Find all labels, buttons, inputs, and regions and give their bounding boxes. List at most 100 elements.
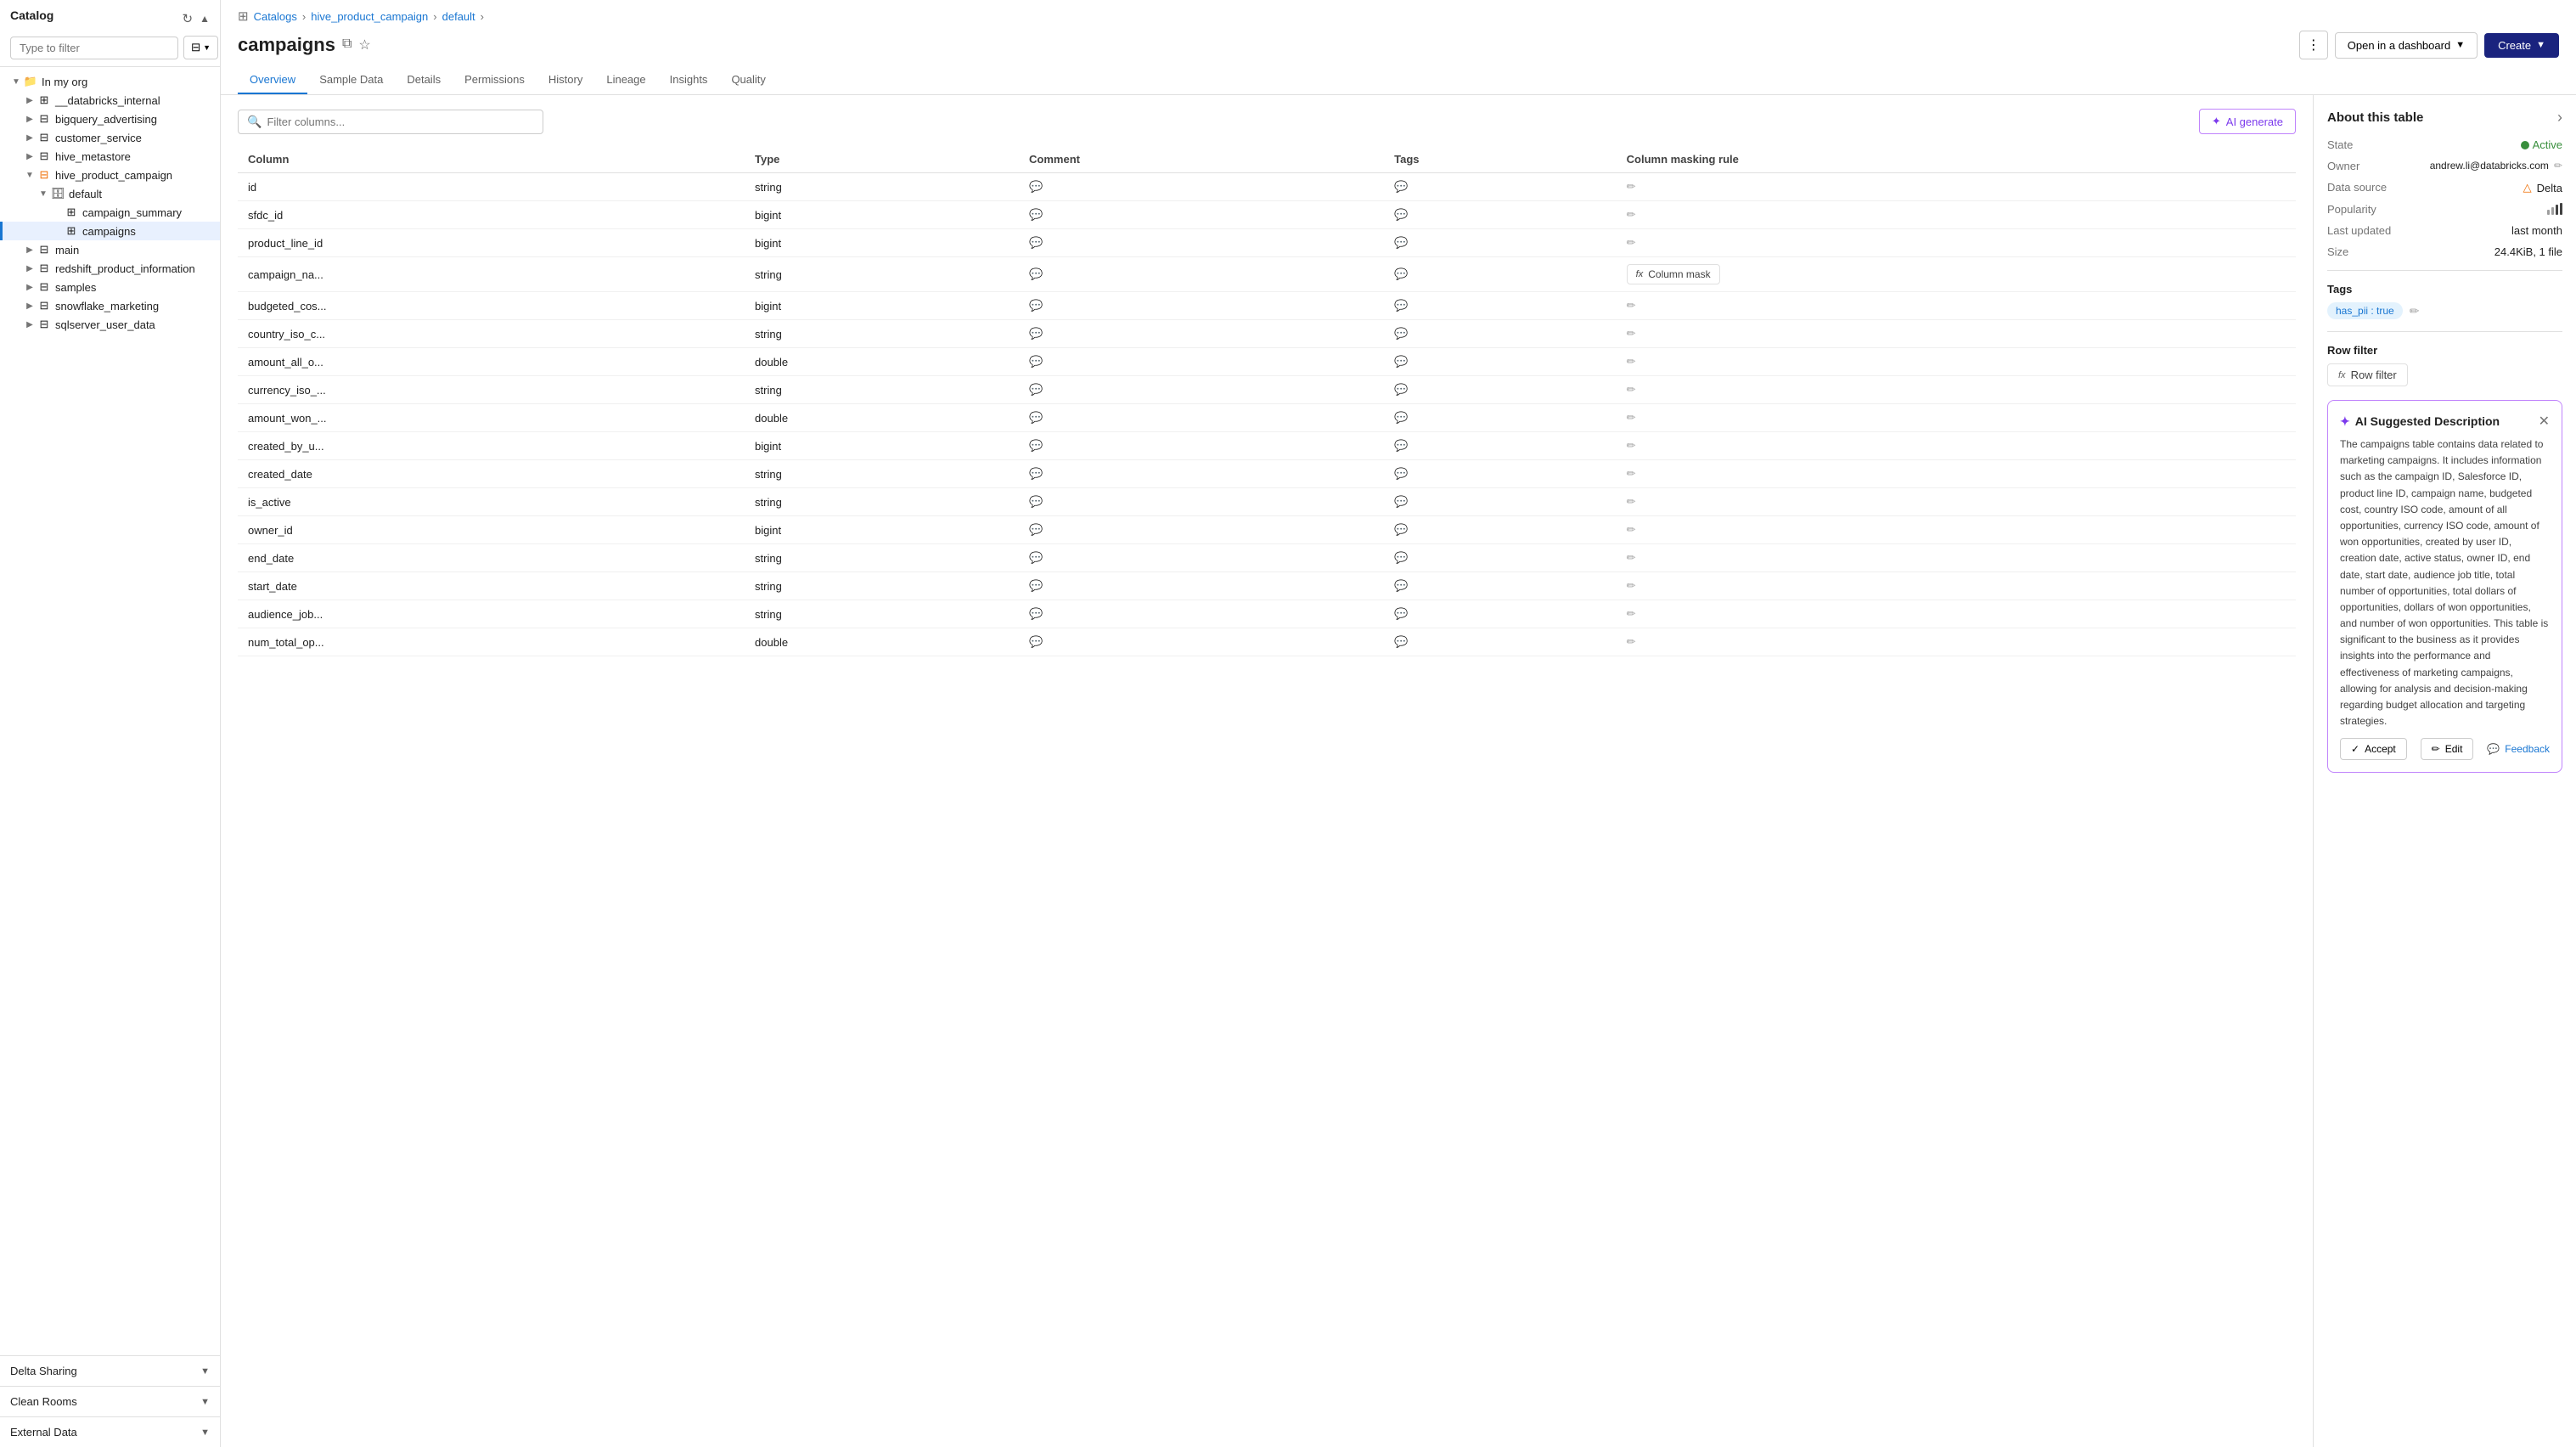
refresh-icon[interactable]: ↻ xyxy=(183,11,194,26)
tab-permissions[interactable]: Permissions xyxy=(453,66,537,94)
col-tags[interactable]: 💬 xyxy=(1384,460,1617,488)
col-comment[interactable]: 💬 xyxy=(1019,257,1384,292)
col-mask[interactable]: ✏ xyxy=(1617,229,2296,257)
tab-history[interactable]: History xyxy=(537,66,594,94)
col-mask[interactable]: ✏ xyxy=(1617,628,2296,656)
col-comment[interactable]: 💬 xyxy=(1019,229,1384,257)
col-tags[interactable]: 💬 xyxy=(1384,544,1617,572)
tab-lineage[interactable]: Lineage xyxy=(594,66,657,94)
col-mask[interactable]: ✏ xyxy=(1617,600,2296,628)
breadcrumb-hive[interactable]: hive_product_campaign xyxy=(311,10,428,23)
col-tags[interactable]: 💬 xyxy=(1384,173,1617,201)
tab-sample-data[interactable]: Sample Data xyxy=(307,66,395,94)
col-comment[interactable]: 💬 xyxy=(1019,320,1384,348)
col-tags[interactable]: 💬 xyxy=(1384,600,1617,628)
tab-quality[interactable]: Quality xyxy=(719,66,777,94)
external-data-section[interactable]: External Data ▼ xyxy=(0,1416,220,1447)
ai-feedback-button[interactable]: 💬 Feedback xyxy=(2487,743,2550,755)
col-comment[interactable]: 💬 xyxy=(1019,516,1384,544)
breadcrumb-default[interactable]: default xyxy=(442,10,475,23)
edit-owner-icon[interactable]: ✏ xyxy=(2554,160,2562,172)
col-tags[interactable]: 💬 xyxy=(1384,516,1617,544)
col-tags[interactable]: 💬 xyxy=(1384,229,1617,257)
sidebar-item-default[interactable]: ▼ 🗄 default xyxy=(0,184,220,203)
col-mask[interactable]: ✏ xyxy=(1617,173,2296,201)
sidebar-item-samples[interactable]: ▶ ⊟ samples xyxy=(0,278,220,296)
sidebar-item-campaigns[interactable]: ⊞ campaigns xyxy=(0,222,220,240)
col-mask[interactable]: ✏ xyxy=(1617,201,2296,229)
col-comment[interactable]: 💬 xyxy=(1019,348,1384,376)
col-comment[interactable]: 💬 xyxy=(1019,376,1384,404)
sidebar-item-customer_service[interactable]: ▶ ⊟ customer_service xyxy=(0,128,220,147)
create-button[interactable]: Create ▼ xyxy=(2484,33,2559,58)
filter-input[interactable] xyxy=(267,115,534,128)
col-comment[interactable]: 💬 xyxy=(1019,628,1384,656)
sidebar-item-hive_metastore[interactable]: ▶ ⊟ hive_metastore xyxy=(0,147,220,166)
col-tags[interactable]: 💬 xyxy=(1384,628,1617,656)
col-tags[interactable]: 💬 xyxy=(1384,404,1617,432)
col-tags[interactable]: 💬 xyxy=(1384,572,1617,600)
dropdown-chevron-icon[interactable]: ▼ xyxy=(2455,40,2465,50)
col-mask[interactable]: ✏ xyxy=(1617,572,2296,600)
col-mask[interactable]: ✏ xyxy=(1617,544,2296,572)
col-tags[interactable]: 💬 xyxy=(1384,432,1617,460)
sidebar-item-redshift[interactable]: ▶ ⊟ redshift_product_information xyxy=(0,259,220,278)
sidebar-item-snowflake[interactable]: ▶ ⊟ snowflake_marketing xyxy=(0,296,220,315)
col-comment[interactable]: 💬 xyxy=(1019,544,1384,572)
col-mask[interactable]: ✏ xyxy=(1617,292,2296,320)
filter-button[interactable]: ⊟ ▼ xyxy=(183,36,218,59)
col-comment[interactable]: 💬 xyxy=(1019,201,1384,229)
ai-generate-button[interactable]: ✦ AI generate xyxy=(2199,109,2296,134)
col-mask[interactable]: ✏ xyxy=(1617,376,2296,404)
col-mask[interactable]: ✏ xyxy=(1617,460,2296,488)
delta-sharing-section[interactable]: Delta Sharing ▼ xyxy=(0,1355,220,1386)
collapse-icon[interactable]: ▲ xyxy=(200,13,210,25)
breadcrumb-catalogs[interactable]: Catalogs xyxy=(254,10,297,23)
ai-close-button[interactable]: ✕ xyxy=(2539,413,2550,430)
more-button[interactable]: ⋮ xyxy=(2299,31,2328,59)
col-tags[interactable]: 💬 xyxy=(1384,488,1617,516)
copy-icon[interactable]: ⧉ xyxy=(342,37,352,53)
col-tags[interactable]: 💬 xyxy=(1384,257,1617,292)
col-mask[interactable]: ✏ xyxy=(1617,404,2296,432)
sidebar-item-bigquery_advertising[interactable]: ▶ ⊟ bigquery_advertising xyxy=(0,110,220,128)
row-filter-button[interactable]: fx Row filter xyxy=(2327,363,2408,386)
open-dashboard-button[interactable]: Open in a dashboard ▼ xyxy=(2335,32,2478,59)
col-comment[interactable]: 💬 xyxy=(1019,460,1384,488)
tab-overview[interactable]: Overview xyxy=(238,66,307,94)
clean-rooms-section[interactable]: Clean Rooms ▼ xyxy=(0,1386,220,1416)
sidebar-item-hive_product_campaign[interactable]: ▼ ⊟ hive_product_campaign xyxy=(0,166,220,184)
col-comment[interactable]: 💬 xyxy=(1019,404,1384,432)
col-mask[interactable]: ✏ xyxy=(1617,516,2296,544)
col-comment[interactable]: 💬 xyxy=(1019,488,1384,516)
col-comment[interactable]: 💬 xyxy=(1019,432,1384,460)
col-tags[interactable]: 💬 xyxy=(1384,292,1617,320)
col-tags[interactable]: 💬 xyxy=(1384,348,1617,376)
sidebar-item-campaign_summary[interactable]: ⊞ campaign_summary xyxy=(0,203,220,222)
col-comment[interactable]: 💬 xyxy=(1019,292,1384,320)
tab-details[interactable]: Details xyxy=(395,66,453,94)
ai-edit-button[interactable]: ✏ Edit xyxy=(2421,738,2474,760)
col-mask[interactable]: ✏ xyxy=(1617,432,2296,460)
edit-tags-icon[interactable]: ✏ xyxy=(2410,304,2420,318)
col-mask[interactable]: ✏ xyxy=(1617,488,2296,516)
sidebar-item-databricks_internal[interactable]: ▶ ⊞ __databricks_internal xyxy=(0,91,220,110)
col-comment[interactable]: 💬 xyxy=(1019,572,1384,600)
col-mask-btn[interactable]: fx Column mask xyxy=(1617,257,2296,292)
column-mask-button[interactable]: fx Column mask xyxy=(1627,264,1720,284)
search-input[interactable] xyxy=(10,37,178,59)
col-tags[interactable]: 💬 xyxy=(1384,320,1617,348)
favorite-icon[interactable]: ☆ xyxy=(358,37,370,53)
col-tags[interactable]: 💬 xyxy=(1384,201,1617,229)
ai-accept-button[interactable]: ✓ Accept xyxy=(2340,738,2407,760)
col-comment[interactable]: 💬 xyxy=(1019,173,1384,201)
sidebar-item-sqlserver[interactable]: ▶ ⊟ sqlserver_user_data xyxy=(0,315,220,334)
expand-button[interactable]: › xyxy=(2557,109,2562,127)
col-mask[interactable]: ✏ xyxy=(1617,348,2296,376)
tab-insights[interactable]: Insights xyxy=(658,66,720,94)
sidebar-item-main[interactable]: ▶ ⊟ main xyxy=(0,240,220,259)
col-comment[interactable]: 💬 xyxy=(1019,600,1384,628)
sidebar-item-in_my_org[interactable]: ▼ 📁 In my org xyxy=(0,72,220,91)
col-mask[interactable]: ✏ xyxy=(1617,320,2296,348)
col-tags[interactable]: 💬 xyxy=(1384,376,1617,404)
